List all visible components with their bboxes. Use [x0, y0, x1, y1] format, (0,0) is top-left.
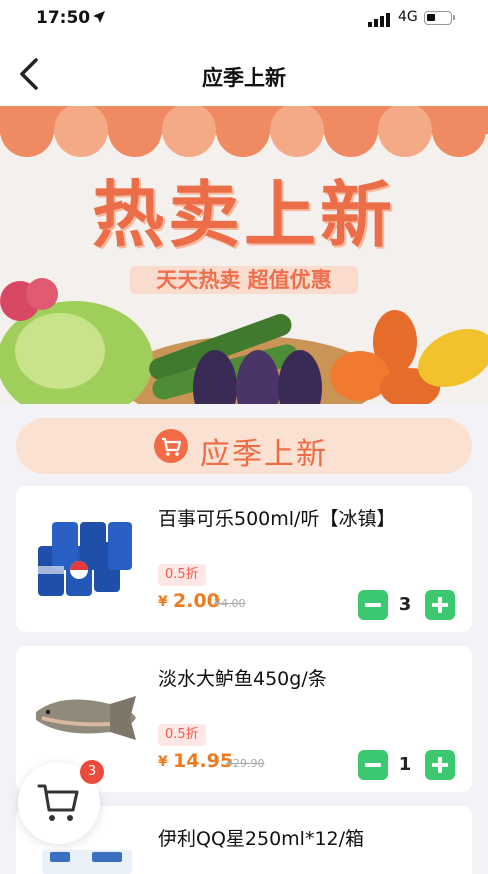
status-time: 17:50 — [36, 8, 91, 28]
promo-banner[interactable]: 热卖上新 天天热卖 超值优惠 — [0, 106, 488, 404]
nav-bar: 应季上新 — [0, 40, 488, 106]
cart-count-badge: 3 — [80, 760, 104, 784]
decrease-quantity-button[interactable] — [358, 590, 388, 620]
increase-quantity-button[interactable] — [425, 750, 455, 780]
decrease-quantity-button[interactable] — [358, 750, 388, 780]
product-price: 2.00 — [173, 590, 220, 612]
original-price: ¥29.90 — [226, 757, 265, 770]
network-type: 4G — [398, 9, 418, 25]
product-name: 伊利QQ星250ml*12/箱 — [158, 828, 365, 850]
product-name: 百事可乐500ml/听【冰镇】 — [158, 508, 396, 530]
quantity-value: 3 — [398, 594, 412, 615]
battery-icon — [424, 11, 455, 25]
product-card[interactable]: 百事可乐500ml/听【冰镇】 0.5折 ¥ 2.00 ¥4.00 3 — [16, 486, 472, 632]
product-name: 淡水大鲈鱼450g/条 — [158, 668, 327, 690]
section-header: 应季上新 — [16, 418, 472, 474]
discount-badge: 0.5折 — [158, 564, 206, 586]
shopping-cart-icon — [37, 784, 79, 821]
product-image — [42, 850, 132, 874]
banner-title: 热卖上新 — [91, 173, 396, 257]
cart-icon — [154, 429, 188, 463]
section-title: 应季上新 — [200, 437, 328, 472]
currency-symbol: ¥ — [158, 754, 168, 770]
banner-subtitle: 天天热卖 超值优惠 — [130, 266, 358, 294]
quantity-value: 1 — [398, 754, 412, 775]
page-title: 应季上新 — [202, 66, 286, 90]
status-bar: 17:50 4G — [0, 0, 488, 40]
currency-symbol: ¥ — [158, 594, 168, 610]
product-image — [36, 696, 136, 740]
location-arrow-icon — [93, 11, 105, 23]
increase-quantity-button[interactable] — [425, 590, 455, 620]
original-price: ¥4.00 — [214, 597, 246, 610]
product-price: 14.95 — [173, 750, 234, 772]
signal-icon — [368, 13, 390, 27]
product-image — [38, 522, 132, 596]
discount-badge: 0.5折 — [158, 724, 206, 746]
